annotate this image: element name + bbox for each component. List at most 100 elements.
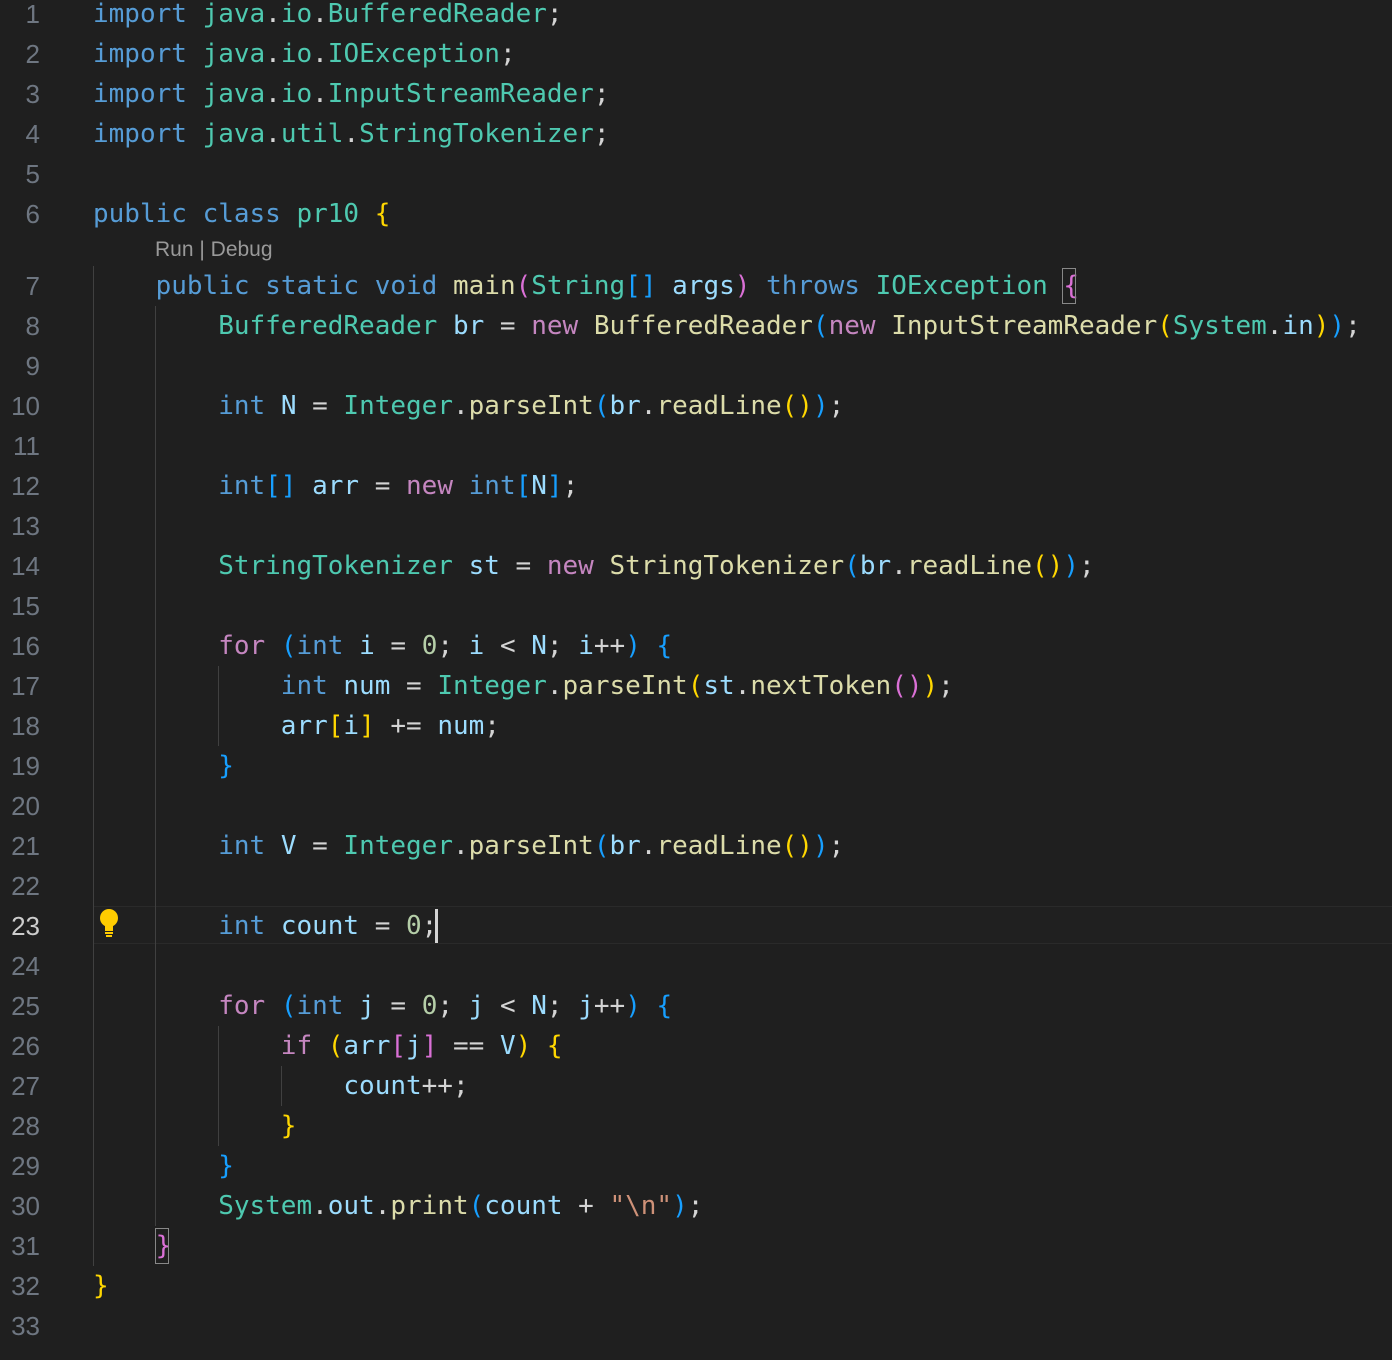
code-line[interactable]: 7 public static void main(String[] args)… — [0, 266, 1392, 306]
code-text: int num = Integer.parseInt(st.nextToken(… — [93, 666, 954, 706]
line-number: 20 — [11, 791, 40, 821]
code-token: ; — [546, 0, 563, 29]
line-number: 16 — [11, 631, 40, 661]
code-line[interactable]: 6 public class pr10 { — [0, 194, 1392, 234]
code-token: ( — [844, 551, 860, 581]
code-line[interactable]: 21 int V = Integer.parseInt(br.readLine(… — [0, 826, 1392, 866]
code-token: ) — [734, 271, 751, 301]
code-line[interactable]: 18 arr[i] += num; — [0, 706, 1392, 746]
code-token: ) — [1063, 551, 1079, 581]
code-line[interactable]: 29 } — [0, 1146, 1392, 1186]
codelens-separator: | — [193, 238, 211, 261]
code-token: readLine — [656, 831, 782, 861]
code-line[interactable]: 30 System.out.print(count + "\n"); — [0, 1186, 1392, 1226]
code-token: ; — [828, 391, 845, 421]
code-token: br — [859, 551, 892, 581]
line-number: 14 — [11, 551, 40, 581]
code-token: InputStreamReader — [327, 79, 594, 109]
code-token: int — [218, 831, 266, 861]
code-line[interactable]: 3 import java.io.InputStreamReader; — [0, 74, 1392, 114]
code-line[interactable]: 5 — [0, 154, 1392, 194]
line-number: 30 — [11, 1191, 40, 1221]
code-token: i — [359, 631, 375, 661]
code-token: ; — [546, 991, 579, 1021]
line-number: 28 — [11, 1111, 40, 1141]
code-token: V — [499, 1031, 516, 1061]
code-token: void — [374, 271, 438, 301]
code-token: ++ — [593, 631, 626, 661]
code-token: int — [280, 671, 328, 701]
code-token: import — [93, 0, 187, 29]
code-token: ) — [625, 991, 641, 1021]
code-token: ] — [546, 471, 563, 501]
code-line[interactable]: 19 } — [0, 746, 1392, 786]
code-line[interactable]: 15 — [0, 586, 1392, 626]
code-line[interactable]: 26 if (arr[j] == V) { — [0, 1026, 1392, 1066]
code-token: ( — [468, 1191, 485, 1221]
code-token: new — [546, 551, 594, 581]
code-line[interactable]: 4 import java.util.StringTokenizer; — [0, 114, 1392, 154]
code-token: BufferedReader — [218, 311, 438, 341]
code-line[interactable]: 31 } — [0, 1226, 1392, 1266]
code-token: BufferedReader — [593, 311, 813, 341]
code-token: ; — [562, 471, 579, 501]
code-line[interactable]: 2 import java.io.IOException; — [0, 34, 1392, 74]
code-line[interactable]: 33 — [0, 1306, 1392, 1346]
text-cursor — [435, 909, 438, 943]
code-text: int[] arr = new int[N]; — [93, 466, 578, 506]
code-token: . — [1266, 311, 1283, 341]
code-line[interactable]: 13 — [0, 506, 1392, 546]
code-line[interactable]: 28 } — [0, 1106, 1392, 1146]
code-token: . — [312, 1191, 328, 1221]
code-text: arr[i] += num; — [93, 706, 500, 746]
code-line[interactable]: 17 int num = Integer.parseInt(st.nextTok… — [0, 666, 1392, 706]
code-token: = — [390, 671, 438, 701]
code-line[interactable]: 8 BufferedReader br = new BufferedReader… — [0, 306, 1392, 346]
code-line[interactable]: 24 — [0, 946, 1392, 986]
code-token: . — [546, 671, 563, 701]
line-number: 9 — [25, 351, 40, 381]
code-token: pr10 — [296, 199, 360, 229]
line-number: 21 — [11, 831, 40, 861]
line-number: 6 — [25, 199, 40, 229]
code-line[interactable]: 11 — [0, 426, 1392, 466]
code-line[interactable]: 16 for (int i = 0; i < N; i++) { — [0, 626, 1392, 666]
codelens-debug-link[interactable]: Debug — [211, 238, 273, 261]
code-token: ; — [593, 79, 610, 109]
code-line[interactable]: 32} — [0, 1266, 1392, 1306]
code-token: if — [280, 1031, 313, 1061]
codelens-run-link[interactable]: Run — [155, 238, 194, 261]
code-token: { — [656, 991, 673, 1021]
code-token: < — [484, 991, 532, 1021]
code-text: import java.io.IOException; — [93, 34, 516, 74]
code-line[interactable]: 12 int[] arr = new int[N]; — [0, 466, 1392, 506]
line-number: 22 — [11, 871, 40, 901]
code-token: for — [218, 631, 266, 661]
code-line[interactable]: 25 for (int j = 0; j < N; j++) { — [0, 986, 1392, 1026]
code-token: = — [374, 991, 422, 1021]
code-token: for — [218, 991, 266, 1021]
code-line[interactable]: 14 StringTokenizer st = new StringTokeni… — [0, 546, 1392, 586]
code-line[interactable]: 23 int count = 0; — [0, 906, 1392, 946]
line-number: 4 — [25, 119, 40, 149]
code-line[interactable]: 10 int N = Integer.parseInt(br.readLine(… — [0, 386, 1392, 426]
code-token: [ — [515, 471, 532, 501]
code-token: . — [312, 39, 328, 69]
code-line[interactable]: 20 — [0, 786, 1392, 826]
code-line[interactable]: 27 count++; — [0, 1066, 1392, 1106]
code-editor[interactable]: Run | Debug 1 import java.io.BufferedRead… — [0, 0, 1392, 1360]
code-token: ; — [499, 39, 516, 69]
line-number: 32 — [11, 1271, 40, 1301]
code-line[interactable]: 1 import java.io.BufferedReader; — [0, 0, 1392, 34]
line-number: 19 — [11, 751, 40, 781]
code-text: for (int j = 0; j < N; j++) { — [93, 986, 672, 1026]
lightbulb-icon[interactable] — [97, 907, 121, 939]
code-line[interactable]: 22 — [0, 866, 1392, 906]
code-line[interactable]: 9 — [0, 346, 1392, 386]
